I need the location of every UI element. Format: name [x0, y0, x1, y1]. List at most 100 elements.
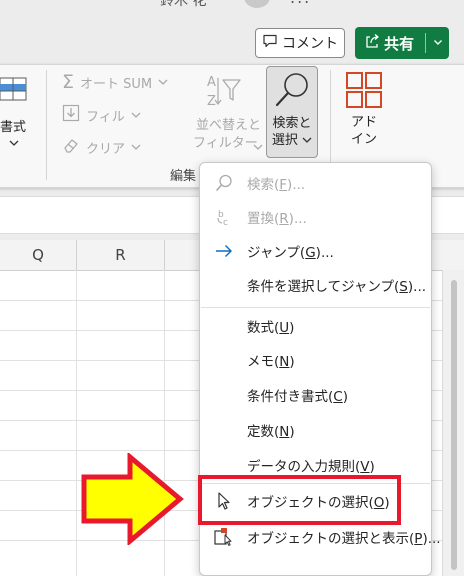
menu-item-accesskey: R: [279, 211, 289, 227]
scrollbar-thumb[interactable]: [451, 280, 457, 570]
ribbon-separator: [46, 70, 47, 180]
menu-item-selection-pane[interactable]: オブジェクトの選択と表示(P)...: [200, 521, 441, 553]
arrow-right-icon: [214, 241, 234, 261]
find-select-line1: 検索と: [272, 116, 312, 131]
user-name: 鈴木 花: [160, 0, 207, 9]
share-icon: [364, 33, 380, 53]
sigma-icon: Σ: [62, 71, 75, 93]
menu-item-text: ジャンプ: [247, 245, 300, 261]
autosum-button[interactable]: Σ オート SUM: [62, 71, 168, 93]
menu-item-notes[interactable]: メモ(N): [200, 344, 431, 376]
chevron-down-icon: [131, 108, 141, 123]
chevron-down-icon[interactable]: [9, 137, 19, 150]
menu-item-goto-special[interactable]: 条件を選択してジャンプ(S)...: [200, 269, 431, 301]
svg-text:A: A: [207, 75, 216, 90]
format-icon[interactable]: [0, 74, 30, 108]
highlight-box: [198, 475, 401, 525]
yellow-arrow-icon: [81, 453, 184, 545]
sort-filter-icon: A Z: [205, 72, 243, 114]
menu-item-label: 検索(F)...: [247, 177, 306, 193]
eraser-icon: [62, 136, 80, 158]
magnifier-icon: [274, 71, 312, 113]
find-select-line2-row: 選択: [267, 132, 317, 149]
chevron-down-icon: [131, 140, 141, 155]
fill-label: フィル: [86, 109, 125, 125]
menu-item-find[interactable]: 検索(F)...: [200, 167, 431, 199]
addins-line2: イン: [350, 132, 377, 147]
menu-item-text: 置換: [247, 211, 274, 227]
addins-label[interactable]: アド イン: [342, 114, 386, 148]
menu-separator: [201, 307, 430, 308]
menu-item-text: 数式: [247, 320, 274, 336]
comment-label: コメント: [282, 36, 338, 52]
find-select-button[interactable]: 検索と 選択: [266, 66, 318, 158]
menu-item-suffix: ...: [320, 245, 334, 261]
share-button[interactable]: 共有: [355, 27, 449, 59]
menu-item-replace[interactable]: b c 置換(R)...: [200, 201, 431, 233]
share-main[interactable]: 共有: [355, 27, 425, 59]
replace-icon: b c: [214, 207, 234, 227]
menu-item-text: 条件を選択してジャンプ: [247, 279, 395, 295]
menu-item-formulas[interactable]: 数式(U): [200, 310, 431, 342]
menu-item-accesskey: N: [279, 424, 290, 440]
share-label: 共有: [384, 34, 415, 53]
menu-item-suffix: ...: [413, 279, 427, 295]
menu-item-accesskey: C: [333, 389, 343, 405]
menu-item-label: 条件を選択してジャンプ(S)...: [247, 279, 427, 295]
menu-item-text: オブジェクトの選択と表示: [247, 531, 409, 547]
clear-button[interactable]: クリア: [62, 136, 141, 158]
menu-item-text: 定数: [247, 424, 274, 440]
menu-item-label: 定数(N): [247, 424, 295, 440]
menu-item-suffix: ...: [293, 211, 307, 227]
menu-item-accesskey: N: [279, 354, 290, 370]
menu-item-accesskey: P: [414, 531, 423, 547]
addins-icon[interactable]: [346, 72, 382, 112]
addins-line1: アド: [350, 115, 377, 130]
menu-item-text: メモ: [247, 354, 274, 370]
sort-filter-label-line1: 並べ替えと: [196, 118, 262, 133]
menu-item-label: 置換(R)...: [247, 211, 307, 227]
chevron-down-icon[interactable]: [426, 36, 449, 50]
menu-item-accesskey: F: [279, 177, 288, 193]
menu-item-text: 検索: [247, 177, 274, 193]
fill-down-icon: [62, 104, 80, 126]
selection-pane-icon: [214, 527, 234, 547]
menu-item-accesskey: V: [360, 459, 370, 475]
format-button-label[interactable]: 書式: [0, 116, 26, 135]
chevron-down-icon: [302, 133, 312, 148]
menu-item-goto[interactable]: ジャンプ(G)...: [200, 235, 431, 267]
fill-button[interactable]: フィル: [62, 104, 141, 126]
menu-item-label: ジャンプ(G)...: [247, 245, 334, 261]
grid-line: [76, 270, 77, 576]
clear-label: クリア: [86, 141, 126, 157]
menu-item-label: メモ(N): [247, 354, 295, 370]
menu-item-suffix: ...: [427, 531, 441, 547]
chevron-down-icon: [253, 136, 263, 155]
editing-group-label: 編集: [170, 169, 197, 184]
menu-item-constants[interactable]: 定数(N): [200, 414, 431, 446]
column-header-r[interactable]: R: [77, 240, 165, 270]
sort-filter-label-line2: フィルター: [193, 136, 258, 151]
menu-item-suffix: ...: [292, 177, 306, 193]
comment-icon: [262, 33, 278, 53]
find-select-line2: 選択: [271, 133, 298, 148]
column-header-q[interactable]: Q: [0, 240, 77, 270]
menu-item-accesskey: G: [305, 245, 316, 261]
autosum-label: オート SUM: [80, 76, 153, 92]
chevron-down-icon: [158, 75, 168, 90]
more-options-icon[interactable]: ...: [290, 0, 311, 7]
avatar[interactable]: [244, 0, 270, 8]
menu-item-conditional-formatting[interactable]: 条件付き書式(C): [200, 379, 431, 411]
menu-item-text: データの入力規則: [247, 459, 355, 475]
comment-button[interactable]: コメント: [255, 28, 345, 58]
menu-item-accesskey: S: [399, 279, 408, 295]
title-bar: 鈴木 花 ...: [0, 0, 464, 10]
menu-item-text: 条件付き書式: [247, 389, 328, 405]
vertical-scrollbar[interactable]: [442, 270, 464, 576]
svg-text:c: c: [223, 218, 228, 226]
svg-text:Z: Z: [207, 94, 216, 109]
magnifier-icon: [214, 173, 234, 193]
menu-item-label: オブジェクトの選択と表示(P)...: [247, 531, 441, 547]
menu-item-label: 条件付き書式(C): [247, 389, 348, 405]
sort-filter-button[interactable]: A Z 並べ替えと フィルター: [190, 70, 263, 156]
